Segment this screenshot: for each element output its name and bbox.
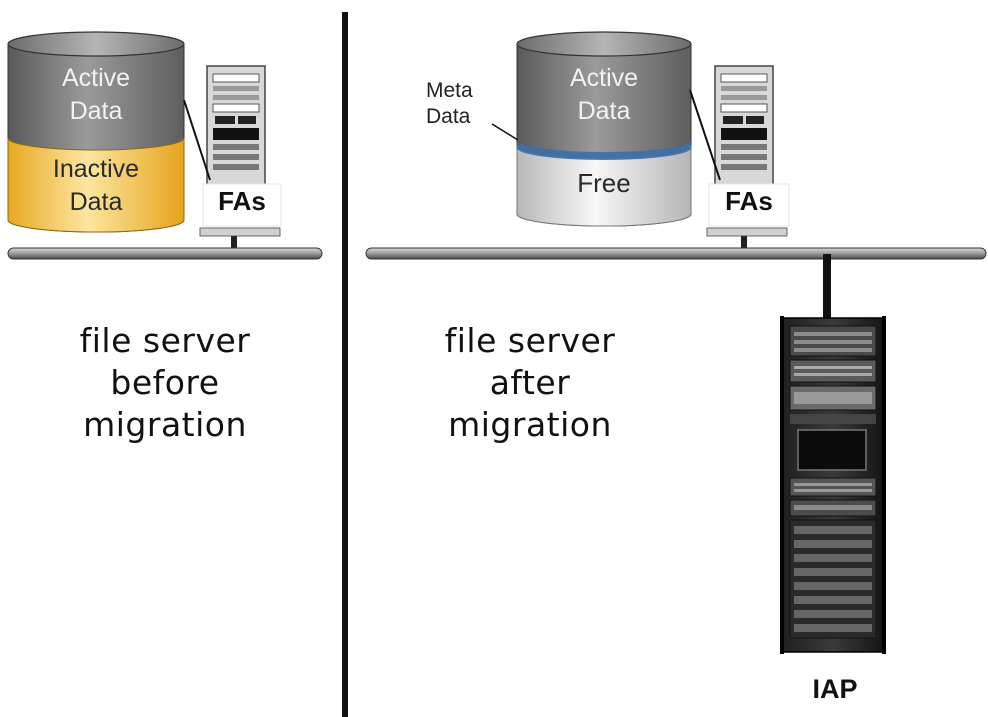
left-network-bus [7, 247, 323, 260]
iap-label: IAP [812, 674, 858, 704]
right-network-bus [365, 247, 987, 260]
left-active-data-label: Active Data [61, 64, 131, 125]
left-fas-label: FAs [218, 186, 266, 216]
right-caption-line-2: after [489, 363, 571, 402]
right-fas-label: FAs [725, 186, 773, 216]
left-inactive-data-label: Inactive Data [52, 155, 140, 216]
left-disk-connector [183, 99, 211, 181]
right-server-tower [706, 65, 790, 248]
left-caption-line-2: before [110, 363, 220, 402]
right-active-data-label: Active Data [569, 64, 639, 125]
metadata-label: Meta Data [426, 79, 473, 128]
left-caption: file server before migration [40, 320, 290, 446]
left-caption-line-1: file server [79, 321, 251, 360]
left-server-tower [199, 65, 282, 248]
iap-storage-rack [780, 316, 886, 654]
left-caption-line-3: migration [83, 405, 247, 444]
right-free-label: Free [577, 168, 631, 198]
right-caption-line-1: file server [444, 321, 616, 360]
migration-diagram: Active Data Inactive Data FAs Active Dat… [0, 0, 988, 717]
right-caption: file server after migration [405, 320, 655, 446]
right-caption-line-3: migration [448, 405, 612, 444]
panel-divider [342, 12, 348, 717]
iap-uplink [823, 254, 831, 324]
